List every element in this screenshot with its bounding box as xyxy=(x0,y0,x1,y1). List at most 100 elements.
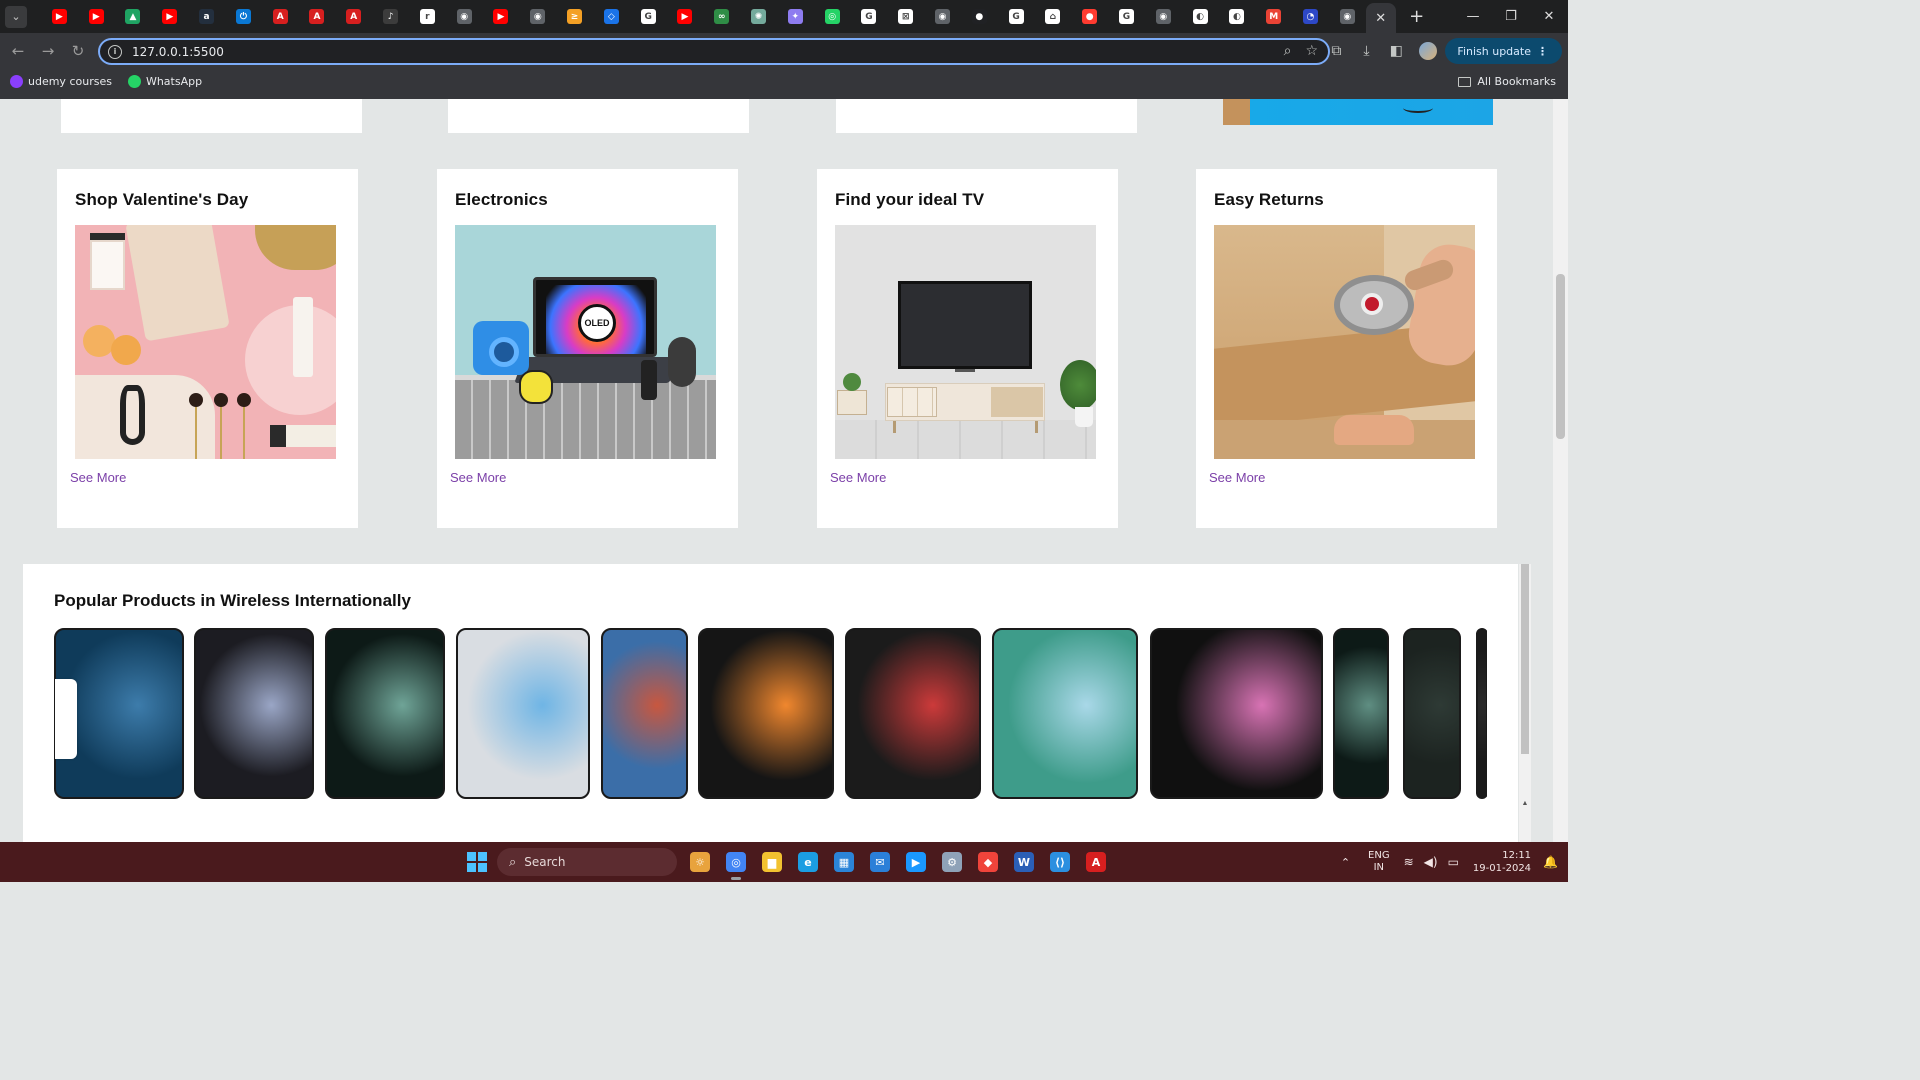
browser-tab[interactable]: G xyxy=(851,0,888,33)
product-carousel[interactable] xyxy=(54,628,1487,799)
finish-update-button[interactable]: Finish update ⋮ xyxy=(1445,38,1562,64)
browser-tab[interactable]: ▲ xyxy=(115,0,152,33)
browser-tab[interactable]: ◉ xyxy=(519,0,556,33)
browser-tab[interactable]: G xyxy=(630,0,667,33)
forward-icon[interactable]: → xyxy=(34,37,62,65)
product-phone-image[interactable] xyxy=(601,628,688,799)
zoom-icon[interactable]: ⌕ xyxy=(1284,43,1292,59)
new-tab-button[interactable]: + xyxy=(1404,6,1430,27)
browser-tab[interactable]: r xyxy=(409,0,446,33)
browser-tab[interactable]: ▶ xyxy=(41,0,78,33)
download-icon[interactable]: ⤓ xyxy=(1351,36,1381,66)
back-icon[interactable]: ← xyxy=(4,37,32,65)
minimize-button[interactable]: — xyxy=(1454,0,1492,33)
site-info-icon[interactable]: i xyxy=(108,44,122,59)
browser-tab[interactable]: ◇ xyxy=(593,0,630,33)
browser-tab[interactable]: ∞ xyxy=(703,0,740,33)
chevron-up-icon[interactable]: ⌃ xyxy=(1341,856,1350,869)
browser-tab[interactable]: ▶ xyxy=(483,0,520,33)
browser-tab[interactable]: a xyxy=(188,0,225,33)
product-phone-image[interactable] xyxy=(698,628,834,799)
bookmark-whatsapp[interactable]: WhatsApp xyxy=(127,75,202,88)
scrollbar-thumb[interactable] xyxy=(1556,274,1565,439)
acrobat-app[interactable]: A xyxy=(1078,842,1114,882)
browser-tab[interactable]: ● xyxy=(961,0,998,33)
browser-tab[interactable]: ≥ xyxy=(556,0,593,33)
see-more-link[interactable]: See More xyxy=(70,470,126,485)
browser-tab[interactable]: ⏻ xyxy=(225,0,262,33)
carousel-prev-button[interactable] xyxy=(55,679,77,759)
reload-icon[interactable]: ↻ xyxy=(64,37,92,65)
carousel-scrollbar[interactable]: ▲ xyxy=(1519,564,1531,842)
browser-tab[interactable]: ♪ xyxy=(372,0,409,33)
browser-tab[interactable]: ▶ xyxy=(151,0,188,33)
browser-tab[interactable]: G xyxy=(998,0,1035,33)
wifi-icon[interactable]: ≋ xyxy=(1404,855,1414,869)
packing-box-image[interactable] xyxy=(1214,225,1475,459)
product-phone-image[interactable] xyxy=(1476,628,1487,799)
amazon-banner-image[interactable] xyxy=(1223,99,1493,125)
product-phone-image[interactable] xyxy=(1403,628,1461,799)
browser-tab[interactable]: ◉ xyxy=(446,0,483,33)
browser-tab[interactable]: A xyxy=(262,0,299,33)
valentine-products-image[interactable] xyxy=(75,225,336,459)
product-phone-image[interactable] xyxy=(325,628,445,799)
browser-tab[interactable]: ▶ xyxy=(78,0,115,33)
browser-tab[interactable]: ◔ xyxy=(1292,0,1329,33)
volume-icon[interactable]: ◀) xyxy=(1424,855,1438,869)
bookmark-star-icon[interactable]: ☆ xyxy=(1305,43,1318,59)
all-bookmarks-button[interactable]: All Bookmarks xyxy=(1458,75,1556,88)
product-phone-image[interactable] xyxy=(992,628,1138,799)
file-explorer-app[interactable]: ▆ xyxy=(754,842,790,882)
browser-tab[interactable]: ◐ xyxy=(1182,0,1219,33)
product-phone-image[interactable] xyxy=(456,628,590,799)
see-more-link[interactable]: See More xyxy=(1209,470,1265,485)
browser-tab[interactable]: ◉ xyxy=(1145,0,1182,33)
browser-tab[interactable]: ◉ xyxy=(924,0,961,33)
restore-button[interactable]: ❐ xyxy=(1492,0,1530,33)
profile-avatar[interactable] xyxy=(1419,42,1438,60)
side-panel-icon[interactable]: ◧ xyxy=(1381,36,1411,66)
browser-tab[interactable]: A xyxy=(299,0,336,33)
mail-app[interactable]: ✉ xyxy=(862,842,898,882)
browser-tab[interactable]: ◎ xyxy=(814,0,851,33)
active-tab-close-button[interactable]: ✕ xyxy=(1365,3,1396,33)
browser-tab[interactable]: ⌂ xyxy=(1035,0,1072,33)
tv-room-image[interactable] xyxy=(835,225,1096,459)
clock[interactable]: 12:11 19-01-2024 xyxy=(1473,849,1531,875)
browser-tab[interactable]: ▶ xyxy=(667,0,704,33)
product-phone-image[interactable] xyxy=(194,628,314,799)
battery-icon[interactable]: ▭ xyxy=(1448,855,1459,869)
product-phone-image[interactable] xyxy=(1150,628,1323,799)
word-app[interactable]: W xyxy=(1006,842,1042,882)
browser-tab[interactable]: G xyxy=(1108,0,1145,33)
see-more-link[interactable]: See More xyxy=(450,470,506,485)
scroll-down-arrow-icon[interactable]: ▲ xyxy=(1519,800,1531,807)
page-scrollbar[interactable] xyxy=(1553,99,1568,842)
chrome-app[interactable]: ◎ xyxy=(718,842,754,882)
product-phone-image[interactable] xyxy=(1333,628,1389,799)
browser-tab[interactable]: ● xyxy=(1071,0,1108,33)
language-indicator[interactable]: ENG IN xyxy=(1368,850,1390,874)
notification-bell-icon[interactable]: 🔔 xyxy=(1543,855,1558,869)
settings-app[interactable]: ⚙ xyxy=(934,842,970,882)
browser-tab[interactable]: ✺ xyxy=(740,0,777,33)
see-more-link[interactable]: See More xyxy=(830,470,886,485)
close-window-button[interactable]: ✕ xyxy=(1530,0,1568,33)
extensions-icon[interactable]: ⧉ xyxy=(1321,36,1351,66)
widgets-app[interactable]: ☼ xyxy=(682,842,718,882)
taskbar-search[interactable]: ⌕ Search xyxy=(497,848,677,876)
tab-search-button[interactable]: ⌄ xyxy=(5,5,27,28)
scrollbar-thumb[interactable] xyxy=(1521,564,1529,754)
browser-tab[interactable]: ✦ xyxy=(777,0,814,33)
product-phone-image[interactable] xyxy=(845,628,981,799)
edge-app[interactable]: e xyxy=(790,842,826,882)
bookmark-udemy[interactable]: udemy courses xyxy=(10,75,112,88)
url-text[interactable]: 127.0.0.1:5500 xyxy=(132,45,224,59)
browser-tab[interactable]: ⊠ xyxy=(887,0,924,33)
electronics-image[interactable]: OLED xyxy=(455,225,716,459)
browser-tab[interactable]: ◐ xyxy=(1219,0,1256,33)
store-app[interactable]: ▦ xyxy=(826,842,862,882)
browser-tab[interactable]: A xyxy=(335,0,372,33)
browser-tab[interactable]: ◉ xyxy=(1329,0,1366,33)
